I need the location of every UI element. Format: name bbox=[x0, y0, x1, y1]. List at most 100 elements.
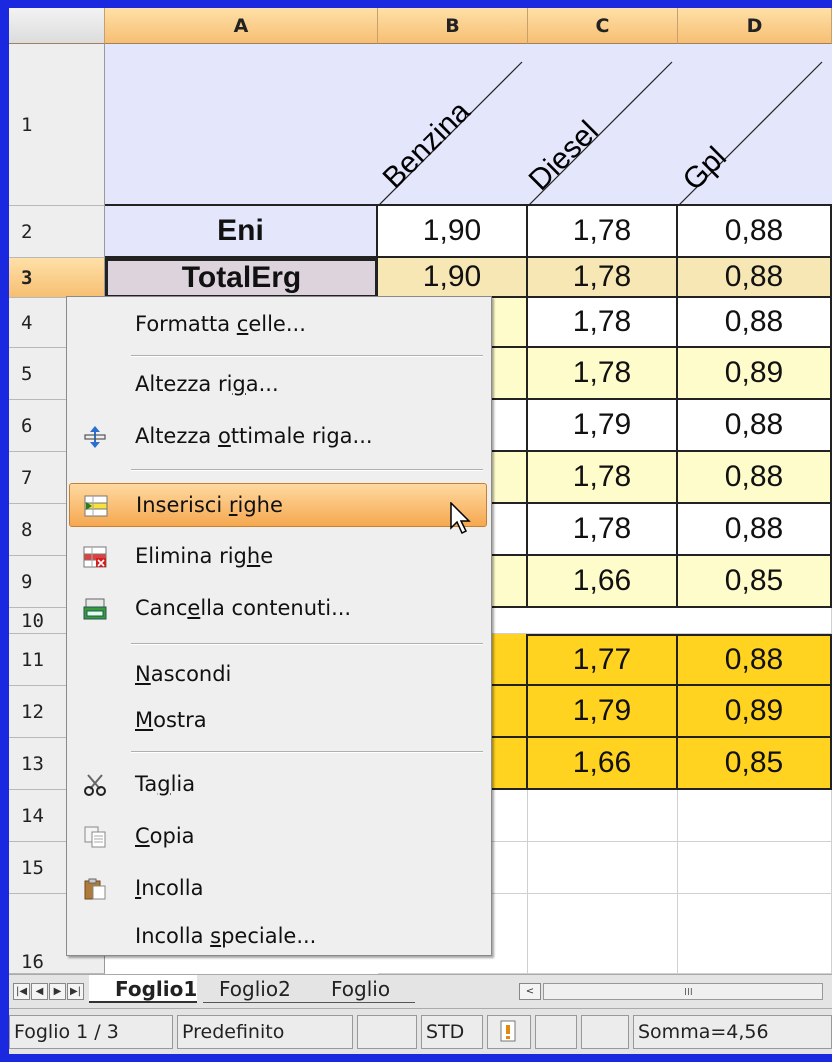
menu-label: Formatta celle... bbox=[135, 312, 306, 336]
cell-c7[interactable]: 1,78 bbox=[528, 452, 678, 504]
fuel-header-gpl: Gpl bbox=[677, 141, 733, 197]
menu-item-altezza-ottimale-riga[interactable]: Altezza ottimale riga... bbox=[69, 415, 487, 459]
cell-d5[interactable]: 0,89 bbox=[678, 348, 832, 400]
menu-label: Incolla bbox=[135, 876, 204, 900]
menu-label: Altezza riga... bbox=[135, 372, 279, 396]
menu-label: Inserisci righe bbox=[136, 493, 283, 517]
column-header-d[interactable]: D bbox=[678, 8, 832, 44]
menu-item-copia[interactable]: Copia bbox=[69, 815, 487, 859]
cell-d15[interactable] bbox=[678, 842, 832, 894]
cell-d6[interactable]: 0,88 bbox=[678, 400, 832, 452]
menu-label: Incolla speciale... bbox=[135, 924, 317, 948]
optimal-row-height-icon bbox=[83, 426, 107, 448]
tab-foglio2[interactable]: Foglio2 bbox=[203, 975, 315, 1003]
cell-d9[interactable]: 0,85 bbox=[678, 556, 832, 608]
cell-a3[interactable]: TotalErg bbox=[105, 258, 378, 298]
cell-d2[interactable]: 0,88 bbox=[678, 206, 832, 258]
status-zoom bbox=[357, 1015, 417, 1049]
column-header-c[interactable]: C bbox=[528, 8, 678, 44]
tab-foglio1[interactable]: Foglio1 bbox=[89, 975, 197, 1003]
menu-item-cancella-contenuti[interactable]: Cancella contenuti... bbox=[69, 587, 487, 631]
menu-separator bbox=[131, 751, 483, 753]
menu-label: Cancella contenuti... bbox=[135, 596, 352, 620]
fuel-header-benzina: Benzina bbox=[377, 95, 477, 195]
copy-icon bbox=[83, 826, 107, 848]
tab-label: Foglio1 bbox=[115, 977, 198, 1001]
cell-c16[interactable] bbox=[528, 894, 678, 974]
status-sum: Somma=4,56 bbox=[633, 1015, 832, 1049]
column-header-a[interactable]: A bbox=[105, 8, 378, 44]
cell-c15[interactable] bbox=[528, 842, 678, 894]
menu-item-elimina-righe[interactable]: Elimina righe bbox=[69, 535, 487, 579]
status-signature bbox=[535, 1015, 577, 1049]
cell-c6[interactable]: 1,79 bbox=[528, 400, 678, 452]
cell-c13[interactable]: 1,66 bbox=[528, 738, 678, 790]
menu-label: Altezza ottimale riga... bbox=[135, 424, 373, 448]
sheet-tab-bar: |◀ ◀ ▶ ▶| Foglio1 Foglio2 Foglio < III bbox=[9, 974, 832, 1009]
select-all-corner[interactable] bbox=[9, 8, 105, 44]
row-header-3[interactable]: 3 bbox=[9, 258, 105, 298]
column-header-bar: A B C D bbox=[9, 8, 832, 44]
menu-item-nascondi[interactable]: Nascondi bbox=[69, 653, 487, 697]
cell-c11[interactable]: 1,77 bbox=[528, 634, 678, 686]
status-sheet-number: Foglio 1 / 3 bbox=[9, 1015, 173, 1049]
document-modified-icon bbox=[487, 1015, 531, 1049]
menu-item-taglia[interactable]: Taglia bbox=[69, 763, 487, 807]
cell-b3[interactable]: 1,90 bbox=[378, 258, 528, 298]
cell-c2[interactable]: 1,78 bbox=[528, 206, 678, 258]
paste-icon bbox=[83, 878, 107, 900]
cell-c8[interactable]: 1,78 bbox=[528, 504, 678, 556]
cell-c14[interactable] bbox=[528, 790, 678, 842]
cell-b2[interactable]: 1,90 bbox=[378, 206, 528, 258]
menu-separator bbox=[131, 469, 483, 471]
menu-item-inserisci-righe[interactable]: Inserisci righe bbox=[69, 483, 487, 527]
menu-item-formatta-celle[interactable]: Formatta celle... bbox=[69, 303, 487, 347]
cell-d16[interactable] bbox=[678, 894, 832, 974]
cell-d12[interactable]: 0,89 bbox=[678, 686, 832, 738]
diagonal-headers-graphic: Benzina Diesel Gpl bbox=[377, 61, 823, 206]
row-header-2[interactable]: 2 bbox=[9, 206, 105, 258]
menu-item-altezza-riga[interactable]: Altezza riga... bbox=[69, 363, 487, 407]
menu-separator bbox=[131, 355, 483, 357]
cell-d11[interactable]: 0,88 bbox=[678, 634, 832, 686]
status-extra bbox=[581, 1015, 629, 1049]
cell-c5[interactable]: 1,78 bbox=[528, 348, 678, 400]
scroll-left-button[interactable]: < bbox=[519, 983, 541, 1000]
fuel-header-diesel: Diesel bbox=[523, 115, 605, 197]
row-header-1[interactable]: 1 bbox=[9, 44, 105, 206]
cell-d7[interactable]: 0,88 bbox=[678, 452, 832, 504]
cell-c12[interactable]: 1,79 bbox=[528, 686, 678, 738]
scissors-icon bbox=[83, 774, 107, 796]
prev-sheet-button[interactable]: ◀ bbox=[31, 983, 48, 1000]
cell-a2[interactable]: Eni bbox=[105, 206, 378, 258]
cell-d8[interactable]: 0,88 bbox=[678, 504, 832, 556]
horizontal-scrollbar[interactable]: III bbox=[543, 983, 823, 1000]
menu-separator bbox=[131, 643, 483, 645]
menu-item-mostra[interactable]: Mostra bbox=[69, 699, 487, 743]
status-page-style[interactable]: Predefinito bbox=[177, 1015, 353, 1049]
column-header-b[interactable]: B bbox=[378, 8, 528, 44]
delete-rows-icon bbox=[83, 546, 107, 568]
menu-item-incolla[interactable]: Incolla bbox=[69, 867, 487, 911]
header-diagonal-row: Benzina Diesel Gpl bbox=[105, 44, 832, 206]
cell-c4[interactable]: 1,78 bbox=[528, 298, 678, 348]
last-sheet-button[interactable]: ▶| bbox=[67, 983, 84, 1000]
row-context-menu: Formatta celle... Altezza riga... Altezz… bbox=[66, 296, 492, 956]
menu-item-incolla-speciale[interactable]: Incolla speciale... bbox=[69, 915, 487, 959]
cell-d3[interactable]: 0,88 bbox=[678, 258, 832, 298]
next-sheet-button[interactable]: ▶ bbox=[49, 983, 66, 1000]
tab-foglio3[interactable]: Foglio bbox=[315, 975, 415, 1003]
first-sheet-button[interactable]: |◀ bbox=[13, 983, 30, 1000]
cell-d13[interactable]: 0,85 bbox=[678, 738, 832, 790]
tab-label: Foglio2 bbox=[219, 977, 291, 1001]
menu-label: Taglia bbox=[135, 772, 196, 796]
cell-c3[interactable]: 1,78 bbox=[528, 258, 678, 298]
cell-d4[interactable]: 0,88 bbox=[678, 298, 832, 348]
mouse-pointer-icon bbox=[450, 502, 471, 535]
status-selection-mode[interactable]: STD bbox=[421, 1015, 483, 1049]
cell-d14[interactable] bbox=[678, 790, 832, 842]
menu-label: Copia bbox=[135, 824, 195, 848]
cell-c9[interactable]: 1,66 bbox=[528, 556, 678, 608]
spreadsheet-window: A B C D 1 Benzina Diesel Gpl 2 Eni 1,90 … bbox=[9, 8, 832, 1054]
menu-label: Nascondi bbox=[135, 662, 232, 686]
